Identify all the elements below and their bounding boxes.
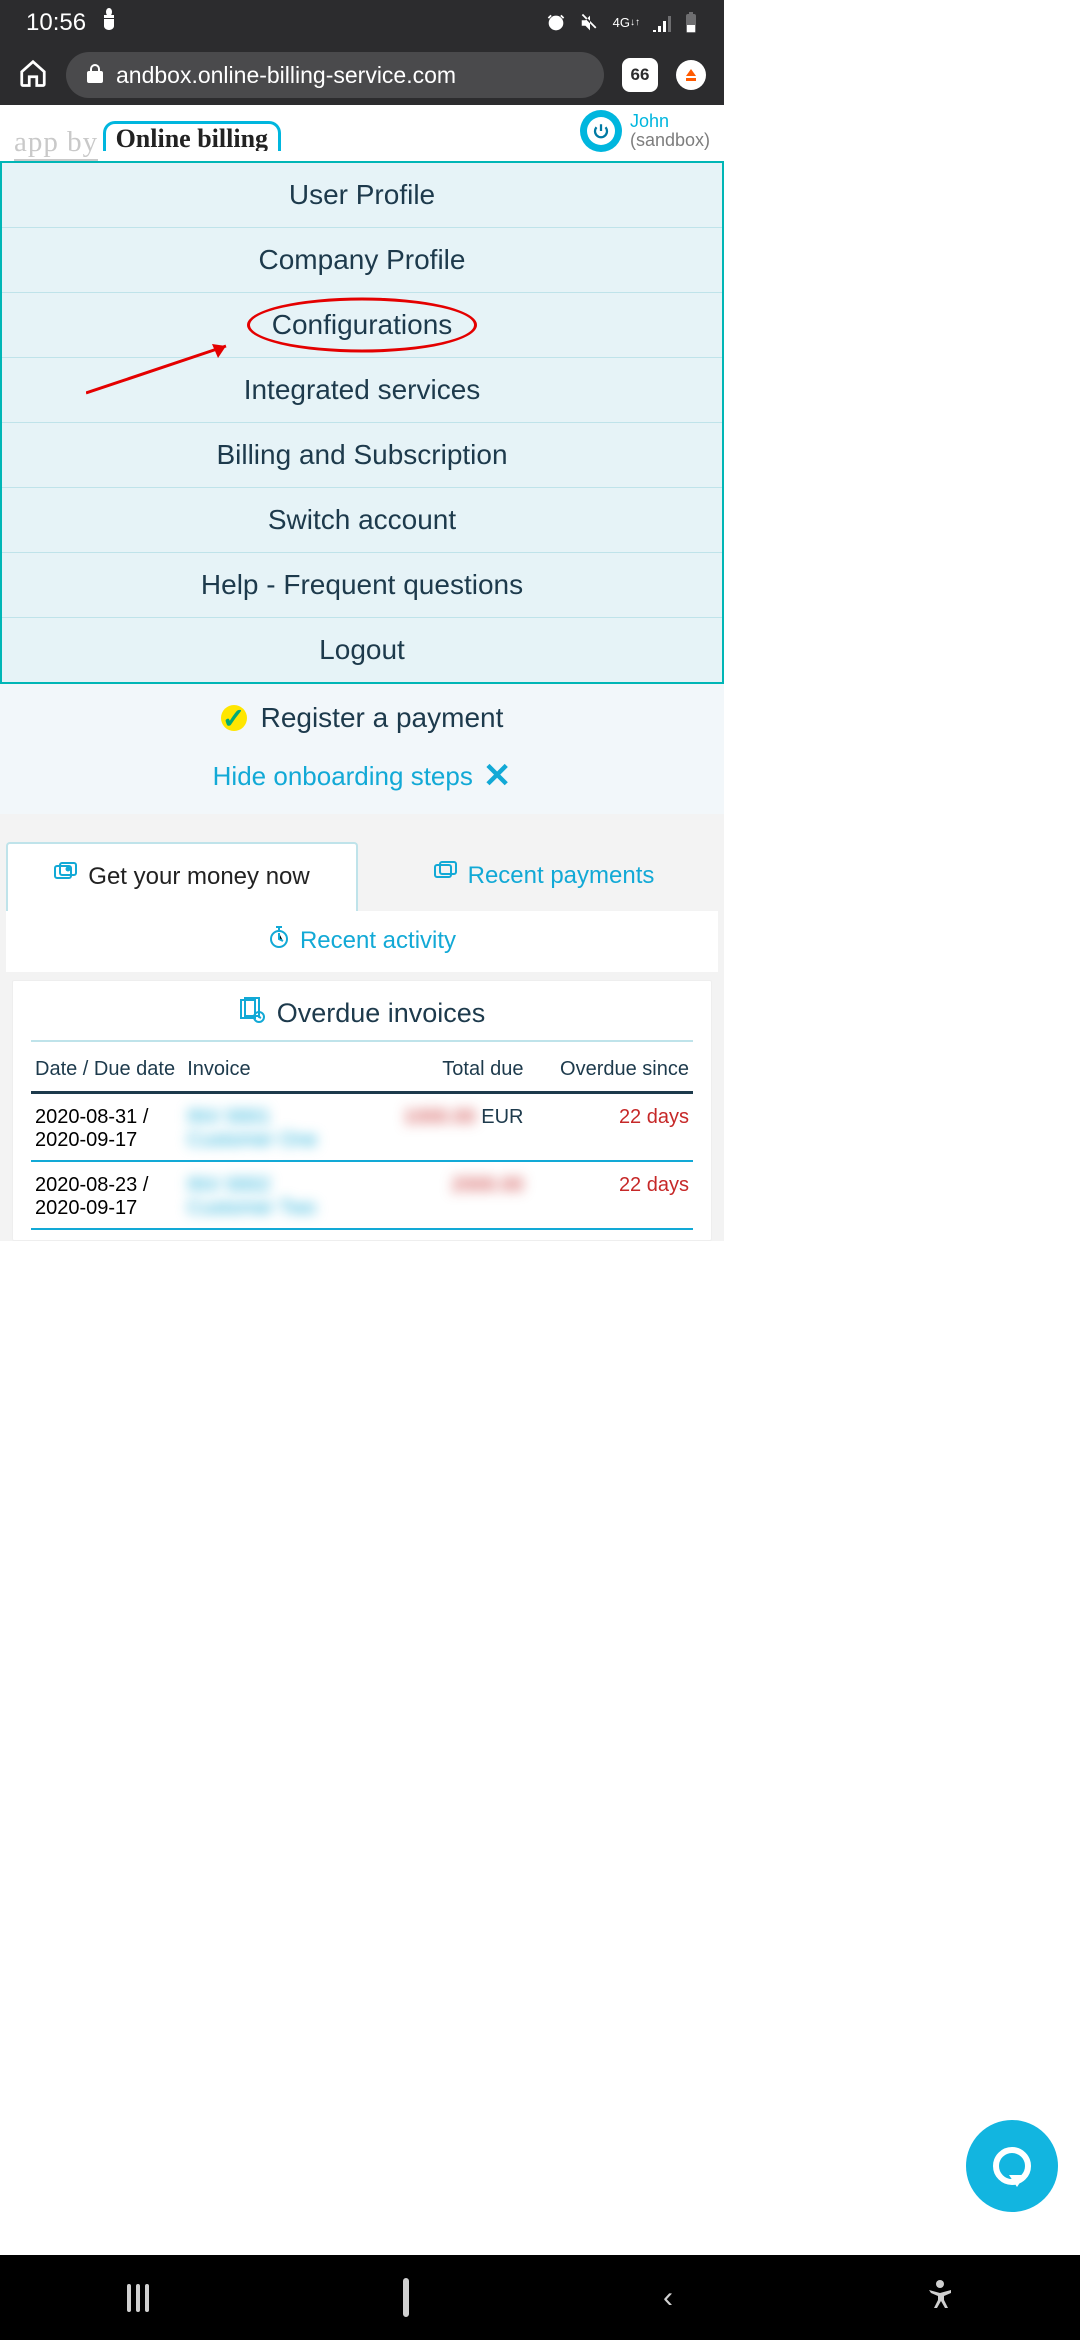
url-text: andbox.online-billing-service.com [116,62,456,89]
account-dropdown: User Profile Company Profile Configurati… [0,161,724,684]
mute-icon [579,12,601,34]
tab-get-money-now[interactable]: Get your money now [6,842,358,911]
onboarding-block: , ✓ Register a payment Hide onboarding s… [0,684,724,814]
url-bar[interactable]: andbox.online-billing-service.com [66,52,604,98]
network-type: 4G↓↑ [613,16,640,29]
signal-icon [652,14,672,32]
android-nav-bar: ‹ [0,2255,1080,2340]
user-context: (sandbox) [630,131,710,150]
money-icon [54,862,78,891]
chat-icon [993,2147,1031,2185]
dashboard-tabs: Get your money now Recent payments Recen… [0,814,724,1241]
battery-icon [684,12,698,34]
status-time: 10:56 [26,9,86,37]
table-row[interactable]: 2020-08-23 /2020-09-17 INV 0002Customer … [31,1161,693,1229]
close-icon: ✕ [483,756,512,796]
nav-accessibility-button[interactable] [927,2279,953,2317]
menu-item-company-profile[interactable]: Company Profile [2,228,722,293]
tab-switcher[interactable]: 66 [622,58,658,92]
onboarding-register-payment[interactable]: ✓ Register a payment [0,702,724,734]
browser-update-badge[interactable] [676,60,706,90]
app-header: app by John (sandbox) Online billing [0,105,724,161]
app-by-label: app by [14,126,98,161]
table-row[interactable]: 2020-08-31 /2020-09-17 INV 0001Customer … [31,1093,693,1162]
chat-fab[interactable] [966,2120,1058,2212]
user-name: John [630,112,710,131]
th-since[interactable]: Overdue since [527,1042,693,1093]
alarm-icon [545,12,567,34]
menu-item-logout[interactable]: Logout [2,618,722,682]
status-app-icon [100,8,118,37]
nav-recents-button[interactable] [127,2284,149,2312]
menu-item-configurations[interactable]: Configurations [2,293,722,358]
overdue-table: Date / Due date Invoice Total due Overdu… [31,1042,693,1230]
overdue-invoices-section: Overdue invoices Date / Due date Invoice… [12,980,712,1241]
app-logo[interactable]: Online billing [103,121,281,151]
th-invoice[interactable]: Invoice [183,1042,382,1093]
power-icon [580,110,622,152]
invoices-icon [239,997,265,1030]
nav-home-button[interactable] [403,2281,409,2315]
payments-icon [434,861,458,890]
menu-item-billing-subscription[interactable]: Billing and Subscription [2,423,722,488]
hide-onboarding-button[interactable]: Hide onboarding steps ✕ [0,756,724,796]
menu-item-user-profile[interactable]: User Profile [2,163,722,228]
tab-recent-activity[interactable]: Recent activity [268,925,456,956]
browser-toolbar: andbox.online-billing-service.com 66 [0,45,724,105]
th-date[interactable]: Date / Due date [31,1042,183,1093]
stopwatch-icon [268,925,290,956]
lock-icon [86,62,104,89]
menu-item-help-faq[interactable]: Help - Frequent questions [2,553,722,618]
browser-home-button[interactable] [18,58,48,93]
th-total[interactable]: Total due [382,1042,528,1093]
android-status-bar: 10:56 4G↓↑ [0,0,724,45]
check-icon: ✓ [221,705,247,731]
user-menu-trigger[interactable]: John (sandbox) [580,110,710,152]
nav-back-button[interactable]: ‹ [663,2281,673,2315]
menu-item-switch-account[interactable]: Switch account [2,488,722,553]
tab-recent-payments[interactable]: Recent payments [370,842,718,911]
menu-item-integrated-services[interactable]: Integrated services [2,358,722,423]
section-title: Overdue invoices [31,991,693,1042]
